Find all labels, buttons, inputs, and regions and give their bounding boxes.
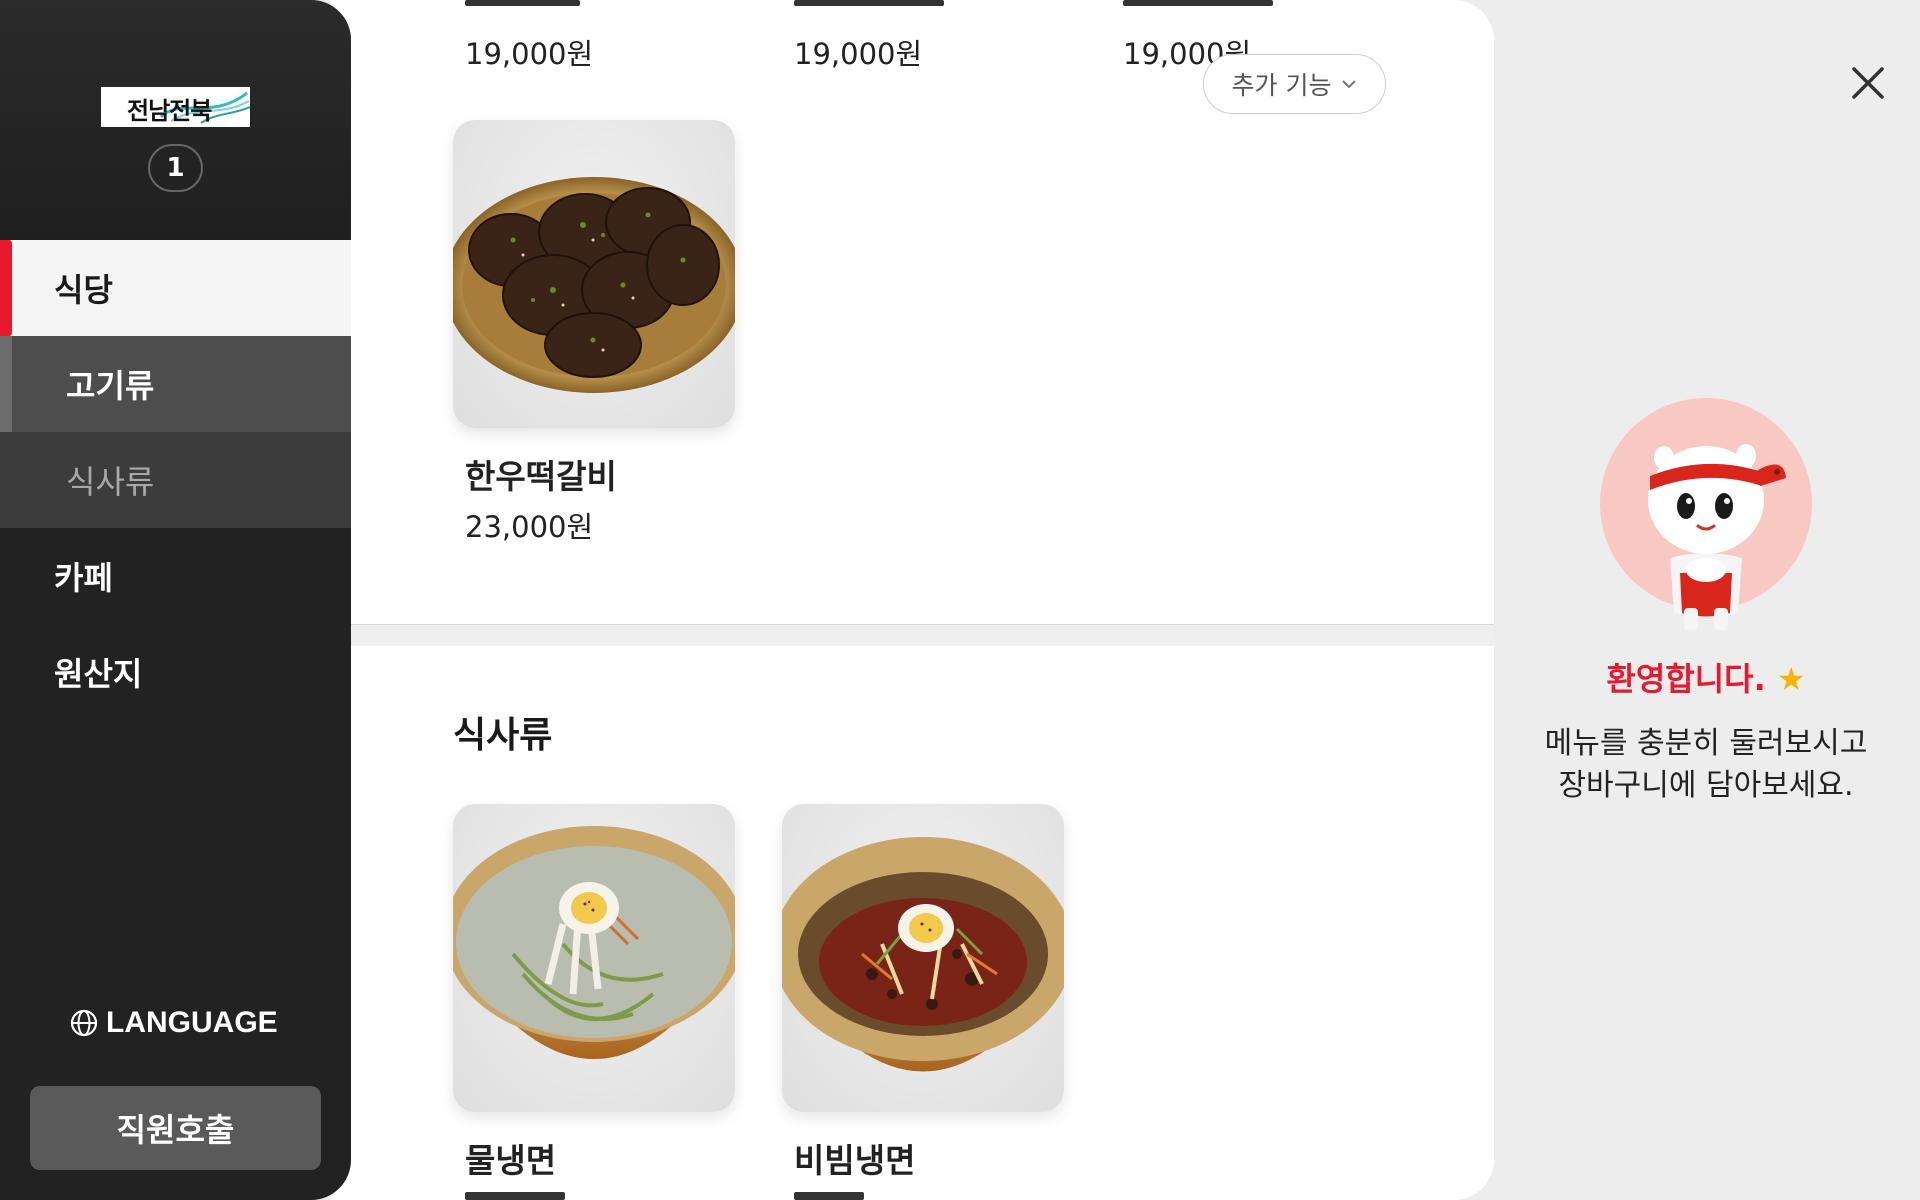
nav-subitem-label: 식사류 xyxy=(66,463,155,501)
nav-item-restaurant[interactable]: 식당 xyxy=(0,240,351,336)
store-logo: 전남전북 xyxy=(101,87,250,127)
more-features-dropdown[interactable]: 추가 기능 xyxy=(1203,54,1386,114)
welcome-message-line: 장바구니에 담아보세요. xyxy=(1558,768,1854,803)
welcome-message-line: 메뉴를 충분히 둘러보시고 xyxy=(1544,726,1868,761)
welcome-title-text: 환영합니다. xyxy=(1606,660,1766,698)
bibim-naengmyeon-image xyxy=(782,837,1064,1072)
menu-item-photo xyxy=(782,804,1064,1112)
menu-item-price: 19,000원 xyxy=(794,37,923,71)
subitem-indicator xyxy=(0,336,12,432)
chevron-down-icon xyxy=(1342,80,1357,89)
nav-subitem-meat[interactable]: 고기류 xyxy=(0,336,351,432)
globe-icon xyxy=(70,1009,98,1037)
tteokgalbi-image xyxy=(453,177,735,393)
section-title-meal: 식사류 xyxy=(453,715,553,756)
menu-item-name: 한우떡갈비 xyxy=(465,457,617,496)
nav-item-cafe[interactable]: 카페 xyxy=(0,528,351,624)
menu-content: 19,000원 19,000원 19,000원 한우떡갈비 23,000원 식사… xyxy=(330,0,1494,1200)
mascot-illustration xyxy=(1600,398,1812,630)
nav-item-label: 원산지 xyxy=(54,655,143,693)
nav-item-label: 카페 xyxy=(54,559,113,597)
star-icon: ★ xyxy=(1776,660,1806,698)
welcome-message: 메뉴를 충분히 둘러보시고 장바구니에 담아보세요. xyxy=(1520,723,1892,807)
sidebar: 전남전북 1 식당 고기류 식사류 카페 원산지 LANGUAGE 직원호출 xyxy=(0,0,351,1200)
active-indicator xyxy=(0,240,12,336)
logo-text: 전남전북 xyxy=(127,97,212,125)
menu-item-price: 19,000원 xyxy=(465,37,594,71)
nav-subitem-label: 고기류 xyxy=(66,367,155,405)
menu-item-price: 23,000원 xyxy=(465,510,594,544)
nav-subitem-meal[interactable]: 식사류 xyxy=(0,432,351,528)
clipped-name-text xyxy=(465,0,1273,6)
nav-item-origin[interactable]: 원산지 xyxy=(0,624,351,720)
nav-item-label: 식당 xyxy=(54,271,113,309)
welcome-title: 환영합니다. ★ xyxy=(1520,654,1892,700)
menu-item-photo xyxy=(453,804,735,1112)
clipped-price-text xyxy=(465,1192,864,1200)
call-staff-button[interactable]: 직원호출 xyxy=(30,1086,321,1170)
mul-naengmyeon-image xyxy=(453,826,735,1059)
menu-item-photo xyxy=(453,120,735,428)
menu-item-name: 비빔냉면 xyxy=(794,1141,916,1180)
section-divider xyxy=(330,624,1494,646)
close-button[interactable] xyxy=(1848,63,1888,103)
call-staff-label: 직원호출 xyxy=(116,1111,235,1149)
close-icon xyxy=(1852,67,1884,99)
language-label: LANGUAGE xyxy=(106,1006,278,1039)
table-number-badge: 1 xyxy=(148,144,203,192)
language-button[interactable]: LANGUAGE xyxy=(70,1006,278,1040)
more-features-label: 추가 기능 xyxy=(1231,71,1332,100)
menu-item-name: 물냉면 xyxy=(465,1141,557,1180)
